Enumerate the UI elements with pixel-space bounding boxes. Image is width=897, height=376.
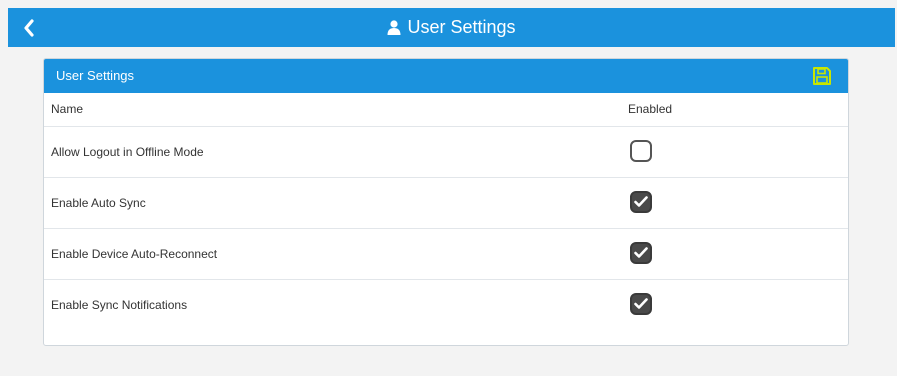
- auto-sync-checkbox[interactable]: [630, 191, 652, 213]
- setting-row-device-auto-reconnect: Enable Device Auto-Reconnect: [44, 229, 848, 280]
- column-header-enabled: Enabled: [628, 102, 673, 116]
- column-header-name: Name: [51, 102, 84, 116]
- setting-label: Enable Device Auto-Reconnect: [51, 247, 218, 261]
- setting-row-sync-notifications: Enable Sync Notifications: [44, 280, 848, 330]
- setting-label: Enable Auto Sync: [51, 196, 146, 210]
- page-title-text: User Settings: [407, 17, 516, 37]
- settings-card: User Settings Name Enabled Allow Logout …: [43, 58, 849, 346]
- sync-notifications-checkbox[interactable]: [630, 293, 652, 315]
- setting-row-auto-sync: Enable Auto Sync: [44, 178, 848, 229]
- top-bar: User Settings: [8, 8, 895, 47]
- checkmark-icon: [634, 247, 648, 258]
- checkmark-icon: [634, 196, 648, 207]
- setting-label: Enable Sync Notifications: [51, 298, 188, 312]
- save-button[interactable]: [812, 66, 832, 86]
- table-header-row: Name Enabled: [44, 93, 848, 127]
- checkmark-icon: [634, 298, 648, 309]
- allow-logout-offline-checkbox[interactable]: [630, 140, 652, 162]
- device-auto-reconnect-checkbox[interactable]: [630, 242, 652, 264]
- user-icon: [387, 20, 401, 35]
- setting-row-allow-logout-offline: Allow Logout in Offline Mode: [44, 127, 848, 178]
- card-header: User Settings: [44, 59, 848, 93]
- card-title: User Settings: [56, 68, 135, 83]
- setting-label: Allow Logout in Offline Mode: [51, 145, 204, 159]
- page-title: User Settings: [8, 8, 895, 47]
- save-icon: [813, 67, 831, 85]
